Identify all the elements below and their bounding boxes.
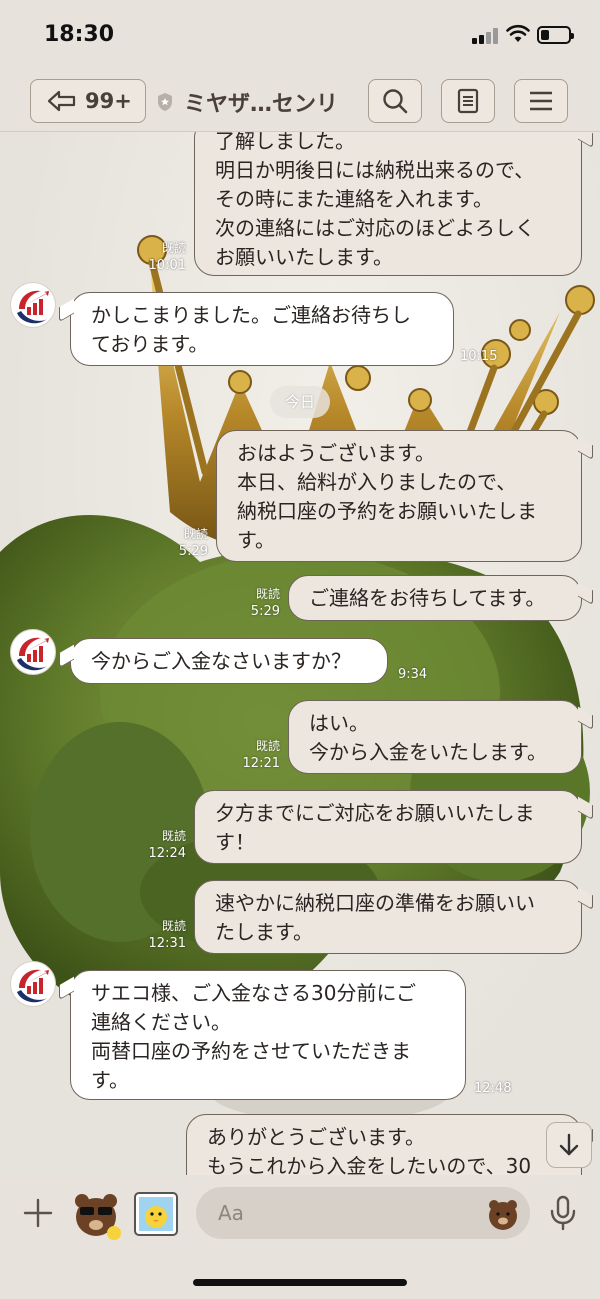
message-bubble-theirs[interactable]: 今からご入金なさいますか？ <box>70 638 388 684</box>
menu-button[interactable] <box>514 79 568 123</box>
arrow-down-icon <box>559 1133 579 1156</box>
message-text: 了解しました。 明日か明後日には納税出来るので、 その時にまた連絡を入れます。 … <box>215 132 535 269</box>
bear-sticker-icon[interactable] <box>70 1189 122 1241</box>
message-meta: 9:34 <box>398 666 442 683</box>
battery-icon <box>537 26 574 44</box>
company-logo-icon <box>17 969 49 1003</box>
message-meta: 既読 12:21 <box>222 738 280 772</box>
message-meta: 既読 12:24 <box>128 828 186 862</box>
unread-count: 99+ <box>85 89 132 113</box>
message-bubble-mine[interactable]: ありがとうございます。 もうこれから入金をしたいので、30 <box>186 1114 582 1175</box>
status-bar: 18:30 <box>0 0 600 70</box>
message-meta: 10:15 <box>460 348 504 365</box>
emoji-bear-icon[interactable] <box>486 1197 520 1231</box>
wifi-icon <box>506 24 530 42</box>
chat-area[interactable]: 今日 了解しました。 明日か明後日には納税出来るので、 その時にまた連絡を入れま… <box>0 132 600 1175</box>
message-time: 12:21 <box>242 756 280 771</box>
notes-icon <box>457 88 479 114</box>
avatar[interactable] <box>10 629 56 675</box>
message-time: 10:01 <box>148 258 186 273</box>
message-text: かしこまりました。ご連絡お待ちし ております。 <box>91 303 411 356</box>
chick-sticker-icon[interactable] <box>133 1191 179 1237</box>
message-time: 5:29 <box>178 544 208 559</box>
notes-button[interactable] <box>441 79 495 123</box>
message-text: 今からご入金なさいますか？ <box>91 649 351 673</box>
plus-icon[interactable] <box>22 1197 54 1229</box>
read-receipt: 既読 <box>255 587 280 601</box>
shield-icon <box>158 93 172 111</box>
message-bubble-mine[interactable]: 夕方までにご対応をお願いいたしま す！ <box>194 790 582 864</box>
avatar[interactable] <box>10 282 56 328</box>
back-arrow-icon <box>47 90 76 112</box>
message-bubble-theirs[interactable]: サエコ様、ご入金なさる30分前にご 連絡ください。 両替口座の予約をさせていただ… <box>70 970 466 1100</box>
message-text: 速やかに納税口座の準備をお願いい たします。 <box>215 891 535 944</box>
read-receipt: 既読 <box>161 919 186 933</box>
message-text: 夕方までにご対応をお願いいたしま す！ <box>215 801 535 854</box>
menu-icon <box>530 91 552 111</box>
message-text: はい。 今から入金をいたします。 <box>309 711 547 764</box>
read-receipt: 既読 <box>161 241 186 255</box>
microphone-icon[interactable] <box>549 1195 577 1231</box>
message-time: 12:48 <box>474 1081 512 1096</box>
message-bubble-mine[interactable]: 速やかに納税口座の準備をお願いい たします。 <box>194 880 582 954</box>
message-bubble-mine[interactable]: はい。 今から入金をいたします。 <box>288 700 582 774</box>
message-time: 10:15 <box>460 349 498 364</box>
company-logo-icon <box>17 637 49 671</box>
search-icon <box>383 89 408 114</box>
message-input[interactable] <box>196 1187 530 1239</box>
chat-header: 99+ ミヤザ…センリ <box>0 70 600 132</box>
signal-icon <box>472 28 498 44</box>
read-receipt: 既読 <box>161 829 186 843</box>
message-time: 12:24 <box>148 846 186 861</box>
message-meta: 既読 5:29 <box>222 586 280 620</box>
chat-title[interactable]: ミヤザ…センリ <box>184 86 338 118</box>
scroll-to-bottom-button[interactable] <box>546 1122 592 1168</box>
message-time: 9:34 <box>398 667 428 682</box>
status-time: 18:30 <box>44 22 115 47</box>
message-meta: 12:48 <box>474 1080 522 1097</box>
back-button[interactable]: 99+ <box>30 79 146 123</box>
message-bubble-theirs[interactable]: かしこまりました。ご連絡お待ちし ております。 <box>70 292 454 366</box>
message-time: 5:29 <box>250 604 280 619</box>
message-meta: 既読 10:01 <box>128 240 186 274</box>
message-bubble-mine[interactable]: おはようございます。 本日、給料が入りましたので、 納税口座の予約をお願いいたし… <box>216 430 582 562</box>
message-text: ご連絡をお待ちしてます。 <box>309 586 546 610</box>
message-text: サエコ様、ご入金なさる30分前にご 連絡ください。 両替口座の予約をさせていただ… <box>91 981 417 1092</box>
home-indicator[interactable] <box>193 1279 407 1286</box>
read-receipt: 既読 <box>183 527 208 541</box>
read-receipt: 既読 <box>255 739 280 753</box>
message-meta: 既読 12:31 <box>128 918 186 952</box>
message-text: ありがとうございます。 もうこれから入金をしたいので、30 <box>207 1125 532 1175</box>
company-logo-icon <box>17 290 49 324</box>
search-button[interactable] <box>368 79 422 123</box>
message-time: 12:31 <box>148 936 186 951</box>
date-separator: 今日 <box>270 386 330 418</box>
message-meta: 既読 5:29 <box>150 526 208 560</box>
message-text: おはようございます。 本日、給料が入りましたので、 納税口座の予約をお願いいたし… <box>237 441 537 552</box>
avatar[interactable] <box>10 961 56 1007</box>
message-bubble-mine[interactable]: 了解しました。 明日か明後日には納税出来るので、 その時にまた連絡を入れます。 … <box>194 132 582 276</box>
message-bubble-mine[interactable]: ご連絡をお待ちしてます。 <box>288 575 582 621</box>
